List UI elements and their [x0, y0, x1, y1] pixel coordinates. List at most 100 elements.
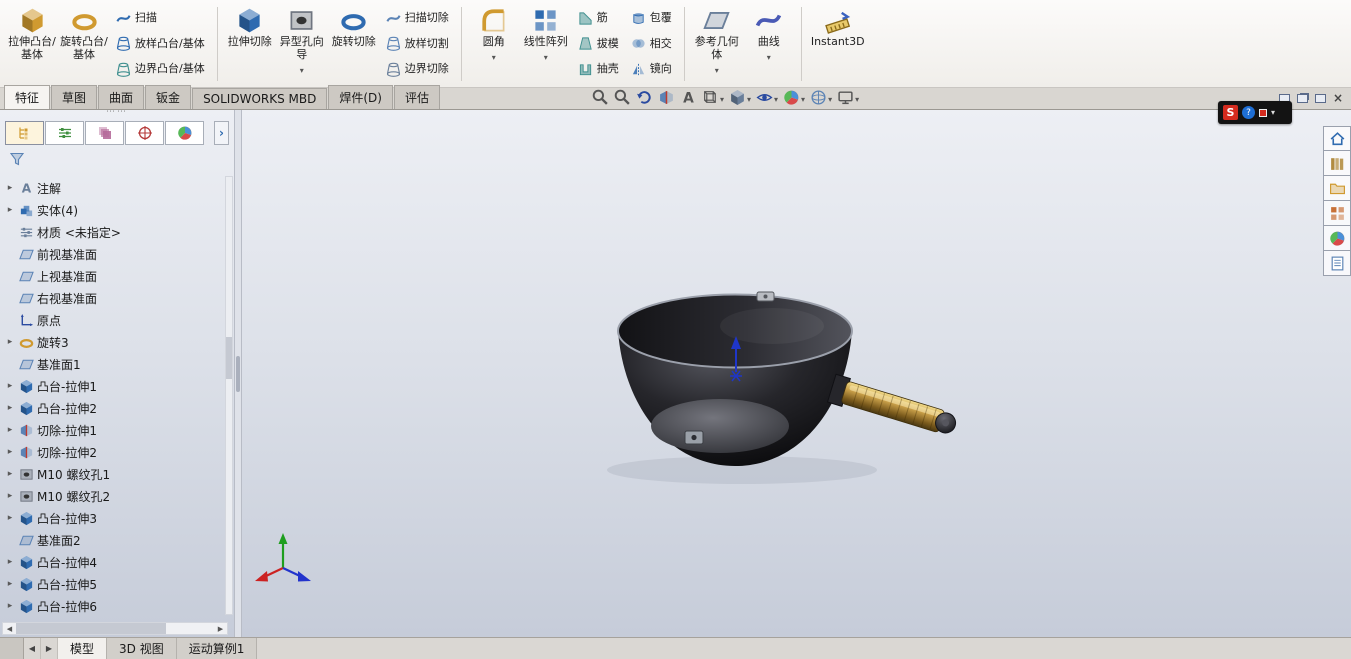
panel-splitter[interactable] — [234, 110, 242, 637]
restore-window-icon[interactable] — [1314, 93, 1326, 103]
filter-funnel-icon[interactable] — [9, 151, 25, 167]
expand-arrow-icon[interactable] — [4, 491, 16, 501]
edit-appearance-button[interactable] — [782, 88, 806, 107]
help-button[interactable]: ? — [1242, 106, 1255, 119]
dropdown-caret-icon[interactable] — [544, 50, 548, 62]
tree-item-material[interactable]: 材质 <未指定> — [4, 221, 234, 243]
display-style-button[interactable] — [728, 88, 752, 107]
dropdown-caret-icon[interactable] — [767, 50, 771, 62]
custom-properties-button[interactable] — [1323, 251, 1351, 276]
scroll-right-button[interactable] — [214, 623, 227, 634]
instant3d-button[interactable]: Instant3D — [808, 3, 868, 85]
scroll-tabs-first-button[interactable] — [24, 638, 41, 659]
view-palette-button[interactable] — [1323, 201, 1351, 226]
wok-model[interactable] — [617, 291, 960, 466]
capture-record-icon[interactable] — [1259, 108, 1267, 117]
tree-vertical-scrollbar[interactable] — [225, 176, 233, 615]
expand-arrow-icon[interactable] — [4, 601, 16, 611]
section-view-button[interactable] — [657, 88, 676, 107]
expand-arrow-icon[interactable] — [4, 205, 16, 215]
tree-item-plane2[interactable]: 基准面2 — [4, 529, 234, 551]
draft-button[interactable]: 拔模 — [574, 34, 623, 54]
panel-flyout-chevron[interactable] — [214, 120, 229, 145]
wok-handle[interactable] — [826, 373, 960, 439]
tab-displaymanager[interactable] — [165, 120, 204, 145]
tab-features[interactable]: 特征 — [4, 85, 51, 109]
tab-propertymanager[interactable] — [45, 120, 84, 145]
side-clip[interactable] — [684, 430, 704, 445]
capture-s-button[interactable]: S — [1223, 105, 1238, 120]
tab-3d-views[interactable]: 3D 视图 — [107, 638, 177, 659]
dropdown-caret-icon[interactable] — [828, 92, 832, 104]
lofted-boss-base-button[interactable]: 放样凸台/基体 — [112, 34, 209, 54]
view-orientation-button[interactable] — [701, 88, 725, 107]
zoom-area-button[interactable] — [613, 88, 632, 107]
mirror-button[interactable]: 镜向 — [627, 59, 676, 79]
rib-button[interactable]: 筋 — [574, 9, 623, 29]
tab-dimxpertmanager[interactable] — [125, 120, 164, 145]
expand-arrow-icon[interactable] — [4, 381, 16, 391]
swept-cut-button[interactable]: 扫描切除 — [382, 9, 453, 29]
tab-weldments[interactable]: 焊件(D) — [328, 85, 393, 109]
hide-show-items-button[interactable] — [755, 88, 779, 107]
tile-window-icon[interactable] — [1296, 93, 1308, 103]
tree-item-boss-extrude3[interactable]: 凸台-拉伸3 — [4, 507, 234, 529]
tab-sketch[interactable]: 草图 — [51, 85, 98, 109]
tree-item-front-plane[interactable]: 前视基准面 — [4, 243, 234, 265]
zoom-fit-button[interactable] — [591, 88, 610, 107]
dropdown-caret-icon[interactable] — [492, 50, 496, 62]
scrollbar-thumb[interactable] — [16, 623, 166, 634]
tree-item-boss-extrude6[interactable]: 凸台-拉伸6 — [4, 595, 234, 617]
lofted-cut-button[interactable]: 放样切割 — [382, 34, 453, 54]
boundary-boss-base-button[interactable]: 边界凸台/基体 — [112, 59, 209, 79]
appearances-scenes-button[interactable] — [1323, 226, 1351, 251]
intersect-button[interactable]: 相交 — [627, 34, 676, 54]
expand-arrow-icon[interactable] — [4, 425, 16, 435]
reference-geometry-button[interactable]: 参考几何体 — [691, 3, 743, 85]
previous-view-button[interactable] — [635, 88, 654, 107]
expand-arrow-icon[interactable] — [4, 513, 16, 523]
dropdown-caret-icon[interactable] — [720, 92, 724, 104]
shell-button[interactable]: 抽壳 — [574, 59, 623, 79]
wok-flat-bottom[interactable] — [651, 399, 789, 453]
dropdown-caret-icon[interactable] — [715, 63, 719, 75]
tree-item-boss-extrude5[interactable]: 凸台-拉伸5 — [4, 573, 234, 595]
expand-arrow-icon[interactable] — [4, 337, 16, 347]
bottom-splitter-grip[interactable] — [0, 638, 24, 659]
tree-item-boss-extrude1[interactable]: 凸台-拉伸1 — [4, 375, 234, 397]
tree-item-tapped-hole1[interactable]: M10 螺纹孔1 — [4, 463, 234, 485]
expand-arrow-icon[interactable] — [4, 403, 16, 413]
apply-scene-button[interactable] — [809, 88, 833, 107]
tree-item-revolve3[interactable]: 旋转3 — [4, 331, 234, 353]
boundary-cut-button[interactable]: 边界切除 — [382, 59, 453, 79]
dropdown-caret-icon[interactable] — [855, 92, 859, 104]
expand-arrow-icon[interactable] — [4, 469, 16, 479]
tab-motion-study1[interactable]: 运动算例1 — [176, 638, 258, 659]
scroll-tabs-last-button[interactable] — [41, 638, 58, 659]
tab-sheet-metal[interactable]: 钣金 — [145, 85, 192, 109]
design-library-button[interactable] — [1323, 151, 1351, 176]
scrollbar-track[interactable] — [16, 623, 214, 634]
extruded-boss-base-button[interactable]: 拉伸凸台/基体 — [6, 3, 58, 85]
tab-configurationmanager[interactable] — [85, 120, 124, 145]
expand-arrow-icon[interactable] — [4, 579, 16, 589]
close-window-icon[interactable] — [1333, 92, 1343, 104]
graphics-area[interactable] — [242, 110, 1351, 637]
tree-item-cut-extrude1[interactable]: 切除-拉伸1 — [4, 419, 234, 441]
tab-surfaces[interactable]: 曲面 — [98, 85, 145, 109]
badge-dropdown-caret-icon[interactable] — [1271, 108, 1275, 117]
revolved-cut-button[interactable]: 旋转切除 — [328, 3, 380, 85]
tree-item-plane1[interactable]: 基准面1 — [4, 353, 234, 375]
tab-featuremanager-tree[interactable] — [5, 120, 44, 145]
annotation-views-button[interactable] — [679, 88, 698, 107]
dropdown-caret-icon[interactable] — [801, 92, 805, 104]
linear-pattern-button[interactable]: 线性阵列 — [520, 3, 572, 85]
extruded-cut-button[interactable]: 拉伸切除 — [224, 3, 276, 85]
scrollbar-thumb[interactable] — [226, 337, 232, 379]
hole-wizard-button[interactable]: 异型孔向导 — [276, 3, 328, 85]
curves-button[interactable]: 曲线 — [743, 3, 795, 85]
dropdown-caret-icon[interactable] — [774, 92, 778, 104]
fillet-button[interactable]: 圆角 — [468, 3, 520, 85]
tree-item-annotations[interactable]: 注解 — [4, 177, 234, 199]
tree-item-right-plane[interactable]: 右视基准面 — [4, 287, 234, 309]
